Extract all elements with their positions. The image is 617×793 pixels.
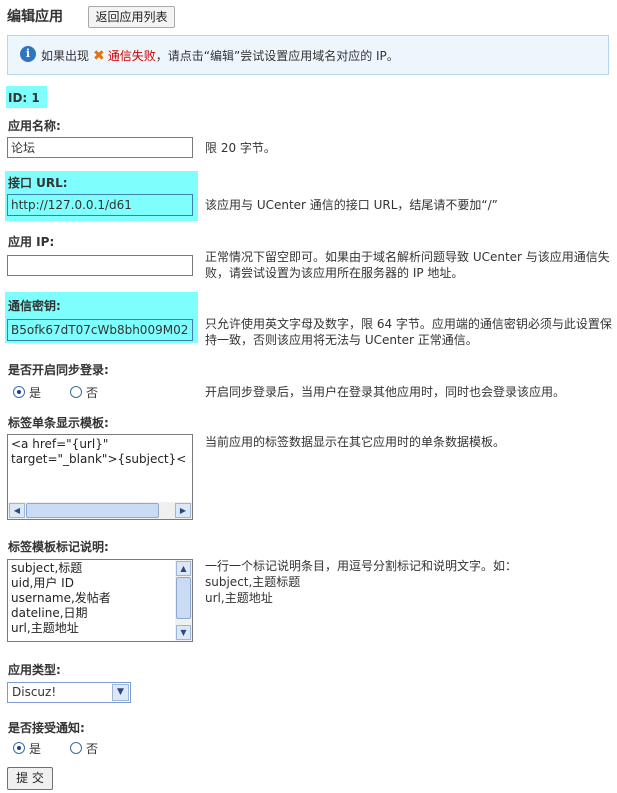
notice-box: i 如果出现 ✖ 通信失败，请点击“编辑”尝试设置应用域名对应的 IP。 bbox=[7, 35, 609, 75]
sync-login-hint: 开启同步登录后，当用户在登录其他应用时，同时也会登录该应用。 bbox=[205, 385, 566, 399]
scroll-thumb[interactable] bbox=[26, 503, 159, 518]
accept-notify-yes-label: 是 bbox=[29, 742, 42, 756]
scroll-up-icon[interactable]: ▲ bbox=[176, 561, 191, 576]
accept-notify-yes-radio[interactable] bbox=[13, 742, 25, 754]
tag-template-hint: 当前应用的标签数据显示在其它应用时的单条数据模板。 bbox=[205, 435, 506, 449]
app-type-label: 应用类型: bbox=[8, 663, 61, 677]
info-icon: i bbox=[20, 46, 36, 62]
sync-login-yes-radio[interactable] bbox=[13, 386, 25, 398]
tag-fields-textarea[interactable]: subject,标题 uid,用户 ID username,发帖者 dateli… bbox=[7, 559, 193, 642]
sync-login-no-radio[interactable] bbox=[70, 386, 82, 398]
api-url-label: 接口 URL: bbox=[8, 176, 68, 190]
app-ip-hint: 正常情况下留空即可。如果由于域名解析问题导致 UCenter 与该应用通信失败，… bbox=[205, 250, 610, 280]
vertical-scrollbar[interactable]: ▲ ▼ bbox=[175, 560, 192, 641]
notice-error-text: 通信失败 bbox=[107, 49, 156, 63]
api-url-input[interactable]: http://127.0.0.1/d61 bbox=[7, 194, 193, 216]
sync-login-yes-label: 是 bbox=[29, 386, 42, 400]
app-ip-input[interactable] bbox=[7, 255, 193, 276]
comm-key-hint: 只允许使用英文字母及数字，限 64 字节。应用端的通信密钥必须与此设置保持一致，… bbox=[205, 317, 612, 347]
sync-login-label: 是否开启同步登录: bbox=[8, 363, 109, 377]
app-name-input[interactable]: 论坛 bbox=[7, 137, 193, 158]
app-type-select[interactable]: Discuz! ▼ bbox=[7, 682, 131, 703]
scroll-right-icon[interactable]: ▶ bbox=[175, 503, 191, 518]
sync-login-no-label: 否 bbox=[86, 386, 99, 400]
tag-template-text: <a href="{url}" target="_blank">{subject… bbox=[11, 437, 187, 466]
back-to-app-list-button[interactable]: 返回应用列表 bbox=[88, 6, 175, 28]
comm-key-input[interactable]: B5ofk67dT07cWb8bh009M02 bbox=[7, 319, 193, 341]
error-x-icon: ✖ bbox=[93, 48, 105, 64]
scroll-thumb[interactable] bbox=[176, 577, 191, 619]
scroll-left-icon[interactable]: ◀ bbox=[9, 503, 25, 518]
accept-notify-no-label: 否 bbox=[86, 742, 99, 756]
tag-fields-label: 标签模板标记说明: bbox=[8, 540, 109, 554]
app-id-label: ID: 1 bbox=[8, 91, 40, 105]
tag-fields-text: subject,标题 uid,用户 ID username,发帖者 dateli… bbox=[11, 561, 111, 635]
accept-notify-label: 是否接受通知: bbox=[8, 721, 85, 735]
horizontal-scrollbar[interactable]: ◀ ▶ bbox=[8, 502, 192, 519]
chevron-down-icon[interactable]: ▼ bbox=[112, 684, 129, 701]
app-name-hint: 限 20 字节。 bbox=[205, 141, 276, 155]
app-type-selected-value: Discuz! bbox=[12, 685, 57, 699]
app-name-label: 应用名称: bbox=[8, 119, 61, 133]
tag-template-textarea[interactable]: <a href="{url}" target="_blank">{subject… bbox=[7, 434, 193, 520]
notice-text: 如果出现 ✖ 通信失败，请点击“编辑”尝试设置应用域名对应的 IP。 bbox=[41, 48, 399, 64]
accept-notify-no-radio[interactable] bbox=[70, 742, 82, 754]
comm-key-label: 通信密钥: bbox=[8, 299, 61, 313]
api-url-hint: 该应用与 UCenter 通信的接口 URL，结尾请不要加“/” bbox=[205, 198, 498, 212]
scroll-down-icon[interactable]: ▼ bbox=[176, 625, 191, 640]
app-ip-label: 应用 IP: bbox=[8, 235, 55, 249]
page-title: 编辑应用 bbox=[7, 9, 63, 25]
submit-button[interactable]: 提 交 bbox=[7, 767, 53, 790]
tag-fields-hint: 一行一个标记说明条目，用逗号分割标记和说明文字。如： subject,主题标题 … bbox=[205, 559, 518, 605]
tag-template-label: 标签单条显示模板: bbox=[8, 416, 109, 430]
